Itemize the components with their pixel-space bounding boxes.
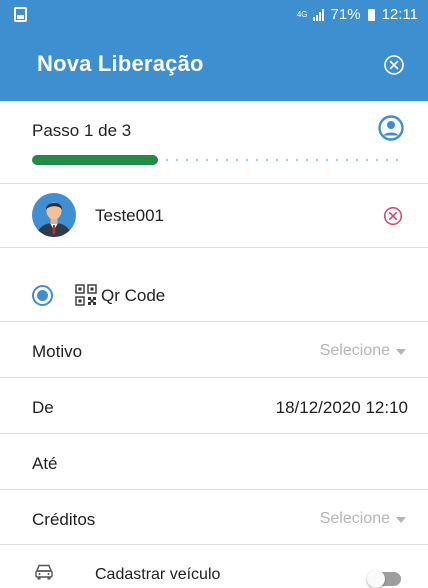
de-field[interactable]: De 18/12/2020 12:10 [0,378,428,434]
de-datetime-value[interactable]: 18/12/2020 12:10 [276,398,408,418]
notification-icon [14,7,27,22]
status-bar: 4G 71% 12:11 [0,0,428,30]
page-title: Nova Liberação [37,51,204,76]
car-icon [35,564,53,580]
creditos-select[interactable]: Selecione [320,510,390,528]
battery-icon [367,8,375,21]
step-label: Passo 1 de 3 [32,121,132,140]
qr-code-icon [75,284,97,306]
progress-fill [32,155,159,165]
motivo-field[interactable]: Motivo Selecione [0,322,428,378]
selected-person: Teste001 [0,184,428,248]
register-vehicle-label: Cadastrar veículo [95,566,221,583]
avatar-icon [32,193,76,237]
chevron-down-icon [396,349,406,355]
register-vehicle-toggle[interactable] [367,570,403,588]
access-type-option[interactable]: Qr Code [0,248,428,322]
creditos-field[interactable]: Créditos Selecione [0,490,428,545]
step-section: Passo 1 de 3 [0,101,428,184]
close-circle-icon[interactable] [383,54,405,76]
qr-code-label: Qr Code [101,286,166,305]
status-icons: 4G 71% 12:11 [297,6,418,23]
remove-circle-icon[interactable] [383,206,403,226]
person-name: Teste001 [95,206,164,225]
creditos-label: Créditos [32,510,96,529]
app-bar: Nova Liberação [0,30,428,101]
chevron-down-icon [396,517,406,523]
network-type: 4G [296,9,308,19]
register-vehicle-row: Cadastrar veículo [0,545,428,588]
ate-label: Até [32,454,58,473]
ate-field[interactable]: Até [0,434,428,490]
battery-percent: 71% [330,6,361,23]
signal-icon [312,8,326,21]
motivo-select[interactable]: Selecione [320,342,390,360]
toggle-knob [367,570,385,588]
user-circle-icon[interactable] [378,115,404,141]
step-progress-bar [32,155,404,165]
clock: 12:11 [381,6,418,23]
qr-code-radio[interactable] [32,285,53,306]
motivo-label: Motivo [32,342,83,361]
de-label: De [32,398,54,417]
